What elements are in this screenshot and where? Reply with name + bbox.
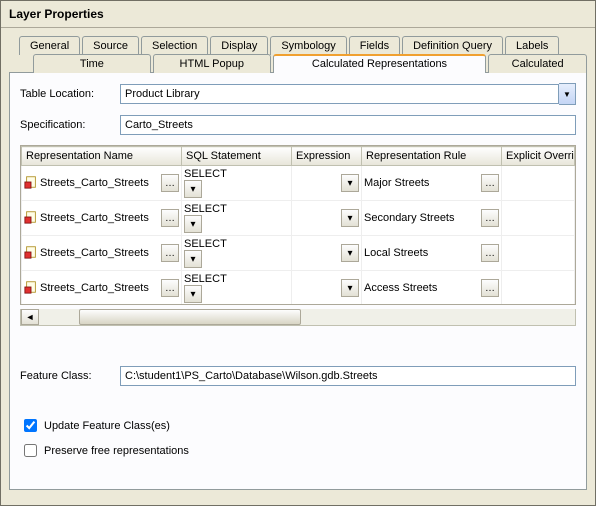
representation-icon	[24, 280, 38, 297]
repr-name-cell: Streets_Carto_Streets	[40, 212, 159, 224]
tab-time[interactable]: Time	[33, 54, 151, 73]
tab-html-popup[interactable]: HTML Popup	[153, 54, 271, 73]
tab-panel: Table Location: ▼ Specification: R	[9, 72, 587, 490]
tab-row-1: General Source Selection Display Symbolo…	[9, 36, 587, 55]
update-feature-class-label[interactable]: Update Feature Class(es)	[44, 420, 170, 432]
repr-name-edit-button[interactable]: …	[161, 174, 179, 192]
table-row[interactable]: Streets_Carto_Streets…SELECT ▾▾Major Str…	[22, 166, 575, 201]
override-cell	[502, 166, 575, 201]
override-cell	[502, 201, 575, 236]
layer-properties-dialog: Layer Properties General Source Selectio…	[0, 0, 596, 506]
col-header-override[interactable]: Explicit Override	[502, 147, 575, 166]
representation-icon	[24, 245, 38, 262]
expression-dropdown-button[interactable]: ▾	[341, 279, 359, 297]
col-header-sql[interactable]: SQL Statement	[182, 147, 292, 166]
tab-calculated-representations[interactable]: Calculated Representations	[273, 54, 487, 73]
rule-cell: Major Streets	[364, 177, 479, 189]
expression-dropdown-button[interactable]: ▾	[341, 244, 359, 262]
rule-edit-button[interactable]: …	[481, 209, 499, 227]
table-row[interactable]: Streets_Carto_Streets…SELECT ▾▾Local Str…	[22, 236, 575, 271]
col-header-name[interactable]: Representation Name	[22, 147, 182, 166]
tab-selection[interactable]: Selection	[141, 36, 208, 55]
col-header-expression[interactable]: Expression	[292, 147, 362, 166]
table-location-input[interactable]	[120, 84, 559, 104]
repr-name-edit-button[interactable]: …	[161, 209, 179, 227]
tab-fields[interactable]: Fields	[349, 36, 400, 55]
rule-cell: Local Streets	[364, 247, 479, 259]
sql-cell: SELECT ▾	[184, 273, 289, 303]
sql-cell: SELECT ▾	[184, 238, 289, 268]
override-cell	[502, 271, 575, 306]
tab-source[interactable]: Source	[82, 36, 139, 55]
specification-label: Specification:	[20, 119, 120, 131]
sql-cell: SELECT ▾	[184, 168, 289, 198]
update-feature-class-checkbox[interactable]	[24, 419, 37, 432]
table-row[interactable]: Streets_Carto_Streets…SELECT ▾▾Secondary…	[22, 201, 575, 236]
rule-edit-button[interactable]: …	[481, 174, 499, 192]
override-cell	[502, 236, 575, 271]
rule-cell: Access Streets	[364, 282, 479, 294]
scroll-left-button[interactable]: ◄	[21, 309, 39, 325]
rule-cell: Secondary Streets	[364, 212, 479, 224]
repr-name-edit-button[interactable]: …	[161, 244, 179, 262]
sql-dropdown-button[interactable]: ▾	[184, 285, 202, 303]
grid-horizontal-scrollbar[interactable]: ◄	[20, 309, 576, 326]
representation-icon	[24, 210, 38, 227]
table-location-label: Table Location:	[20, 88, 120, 100]
tab-display[interactable]: Display	[210, 36, 268, 55]
representations-grid: Representation Name SQL Statement Expres…	[20, 145, 576, 305]
tab-symbology[interactable]: Symbology	[270, 36, 346, 55]
expression-dropdown-button[interactable]: ▾	[341, 174, 359, 192]
feature-class-input[interactable]	[120, 366, 576, 386]
repr-name-cell: Streets_Carto_Streets	[40, 177, 159, 189]
table-location-dropdown-button[interactable]: ▼	[559, 83, 576, 105]
chevron-down-icon: ▼	[563, 90, 571, 99]
sql-cell: SELECT ▾	[184, 203, 289, 233]
tab-calculated-fields[interactable]: Calculated	[488, 54, 587, 73]
tab-general[interactable]: General	[19, 36, 80, 55]
sql-dropdown-button[interactable]: ▾	[184, 180, 202, 198]
tab-row-2: Time HTML Popup Calculated Representatio…	[9, 54, 587, 73]
sql-dropdown-button[interactable]: ▾	[184, 250, 202, 268]
repr-name-edit-button[interactable]: …	[161, 279, 179, 297]
tab-labels[interactable]: Labels	[505, 36, 559, 55]
feature-class-label: Feature Class:	[20, 370, 120, 382]
preserve-free-checkbox[interactable]	[24, 444, 37, 457]
scroll-thumb[interactable]	[79, 309, 301, 325]
preserve-free-label[interactable]: Preserve free representations	[44, 445, 189, 457]
col-header-rule[interactable]: Representation Rule	[362, 147, 502, 166]
specification-input[interactable]	[120, 115, 576, 135]
repr-name-cell: Streets_Carto_Streets	[40, 282, 159, 294]
tab-definition-query[interactable]: Definition Query	[402, 36, 503, 55]
rule-edit-button[interactable]: …	[481, 244, 499, 262]
dialog-title: Layer Properties	[1, 1, 595, 28]
table-row[interactable]: Streets_Carto_Streets…SELECT ▾▾Access St…	[22, 271, 575, 306]
repr-name-cell: Streets_Carto_Streets	[40, 247, 159, 259]
sql-dropdown-button[interactable]: ▾	[184, 215, 202, 233]
rule-edit-button[interactable]: …	[481, 279, 499, 297]
representation-icon	[24, 175, 38, 192]
expression-dropdown-button[interactable]: ▾	[341, 209, 359, 227]
